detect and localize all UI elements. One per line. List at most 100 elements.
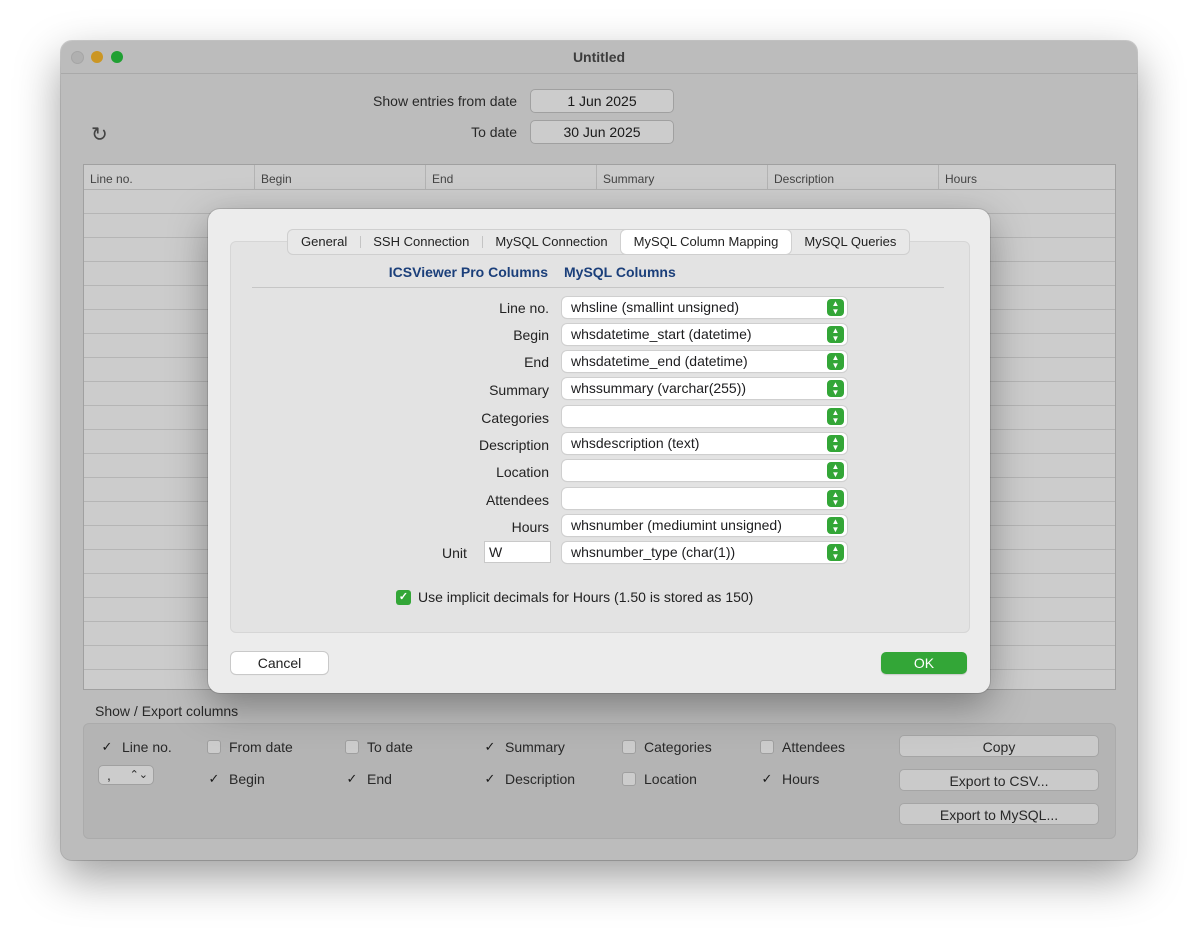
mapping-popup-end[interactable]: whsdatetime_end (datetime) ▲ ▼: [562, 351, 847, 372]
window-title: Untitled: [572, 49, 626, 65]
checkbox-box: [622, 740, 636, 754]
mapping-popup-location[interactable]: ▲ ▼: [562, 460, 847, 481]
popup-value: whssummary (varchar(255)): [571, 380, 747, 396]
popup-value: whsline (smallint unsigned): [571, 299, 740, 315]
updown-chevron-icon: ▲ ▼: [827, 353, 844, 370]
mapping-label-attendees: Attendees: [485, 492, 549, 508]
export-mysql-button[interactable]: Export to MySQL...: [899, 803, 1099, 825]
checkmark-icon: ✓: [208, 771, 220, 786]
updown-chevron-icon: ▲ ▼: [827, 408, 844, 425]
checkbox-label: Location: [644, 771, 697, 787]
checkbox-to-date[interactable]: To date: [345, 739, 413, 755]
mapping-popup-hours[interactable]: whsnumber (mediumint unsigned) ▲ ▼: [562, 515, 847, 536]
column-header-summary[interactable]: Summary: [597, 165, 768, 189]
checkbox-description[interactable]: ✓ Description: [483, 771, 575, 787]
mapping-label-summary: Summary: [489, 382, 549, 398]
checkmark-icon: ✓: [346, 771, 358, 786]
to-date-label: To date: [471, 124, 517, 140]
column-header-hours[interactable]: Hours: [939, 165, 1115, 189]
tab-mysql-queries[interactable]: MySQL Queries: [791, 230, 909, 254]
checkbox-attendees[interactable]: Attendees: [760, 739, 845, 755]
column-header-begin[interactable]: Begin: [255, 165, 426, 189]
checkbox-end[interactable]: ✓ End: [345, 771, 392, 787]
mapping-popup-begin[interactable]: whsdatetime_start (datetime) ▲ ▼: [562, 324, 847, 345]
updown-chevron-icon: ⌃⌄: [129, 769, 148, 781]
checkmark-icon: ✓: [396, 589, 411, 605]
checkbox-hours[interactable]: ✓ Hours: [760, 771, 820, 787]
checkbox-label: Attendees: [782, 739, 846, 755]
column-header-description[interactable]: Description: [768, 165, 939, 189]
export-csv-button[interactable]: Export to CSV...: [899, 769, 1099, 791]
implicit-decimals-label: Use implicit decimals for Hours (1.50 is…: [418, 589, 754, 605]
checkmark-icon: ✓: [101, 739, 113, 754]
checkbox-categories[interactable]: Categories: [622, 739, 712, 755]
updown-chevron-icon: ▲ ▼: [827, 544, 844, 561]
table-header: Line no. Begin End Summary Description H…: [84, 165, 1115, 190]
updown-chevron-icon: ▲ ▼: [827, 462, 844, 479]
refresh-icon[interactable]: ↻: [91, 125, 108, 145]
copy-button[interactable]: Copy: [899, 735, 1099, 757]
checkbox-summary[interactable]: ✓ Summary: [483, 739, 565, 755]
checkmark-icon: ✓: [484, 739, 496, 754]
tab-ssh-connection[interactable]: SSH Connection: [360, 230, 482, 254]
from-date-field[interactable]: 1 Jun 2025: [530, 89, 674, 113]
updown-chevron-icon: ▲ ▼: [827, 380, 844, 397]
checkbox-from-date[interactable]: From date: [207, 739, 293, 755]
unit-label: Unit: [442, 545, 467, 561]
popup-value: whsdescription (text): [571, 435, 700, 451]
mapping-label-begin: Begin: [513, 327, 549, 343]
mapping-popup-unit[interactable]: whsnumber_type (char(1)) ▲ ▼: [562, 542, 847, 563]
mapping-popup-line-no[interactable]: whsline (smallint unsigned) ▲ ▼: [562, 297, 847, 318]
checkmark-icon: ✓: [761, 771, 773, 786]
checkbox-label: From date: [229, 739, 293, 755]
tab-mysql-column-mapping[interactable]: MySQL Column Mapping: [620, 230, 792, 254]
checkbox-box: [207, 740, 221, 754]
checkbox-location[interactable]: Location: [622, 771, 697, 787]
ok-button[interactable]: OK: [881, 652, 967, 674]
cancel-button[interactable]: Cancel: [231, 652, 328, 674]
checkbox-label: Categories: [644, 739, 712, 755]
updown-chevron-icon: ▲ ▼: [827, 435, 844, 452]
from-date-label: Show entries from date: [373, 93, 517, 109]
export-section-title: Show / Export columns: [95, 703, 239, 719]
implicit-decimals-checkbox[interactable]: ✓ Use implicit decimals for Hours (1.50 …: [396, 589, 753, 605]
column-header-end[interactable]: End: [426, 165, 597, 189]
mapping-popup-categories[interactable]: ▲ ▼: [562, 406, 847, 427]
unit-field[interactable]: W: [484, 541, 551, 563]
mapping-popup-attendees[interactable]: ▲ ▼: [562, 488, 847, 509]
header-divider: [252, 287, 944, 288]
checkbox-label: Begin: [229, 771, 265, 787]
checkbox-line-no[interactable]: ✓ Line no.: [100, 739, 172, 755]
mapping-label-line-no: Line no.: [499, 300, 549, 316]
column-header-line-no[interactable]: Line no.: [84, 165, 255, 189]
updown-chevron-icon: ▲ ▼: [827, 299, 844, 316]
checkbox-box: [622, 772, 636, 786]
delimiter-popup[interactable]: , ⌃⌄: [98, 765, 154, 785]
tab-bar: General SSH Connection MySQL Connection …: [287, 229, 911, 255]
tab-general[interactable]: General: [288, 230, 360, 254]
tab-mysql-connection[interactable]: MySQL Connection: [482, 230, 620, 254]
checkmark-icon: ✓: [484, 771, 496, 786]
checkbox-label: End: [367, 771, 392, 787]
settings-sheet: General SSH Connection MySQL Connection …: [208, 209, 990, 693]
delimiter-value: ,: [107, 767, 111, 783]
mapping-popup-description[interactable]: whsdescription (text) ▲ ▼: [562, 433, 847, 454]
icsviewer-columns-header: ICSViewer Pro Columns: [388, 264, 548, 280]
updown-chevron-icon: ▲ ▼: [827, 326, 844, 343]
checkbox-label: Hours: [782, 771, 820, 787]
checkbox-begin[interactable]: ✓ Begin: [207, 771, 265, 787]
popup-value: whsnumber_type (char(1)): [571, 544, 736, 560]
updown-chevron-icon: ▲ ▼: [827, 517, 844, 534]
mapping-label-categories: Categories: [481, 410, 549, 426]
mysql-columns-header: MySQL Columns: [564, 264, 676, 280]
mapping-popup-summary[interactable]: whssummary (varchar(255)) ▲ ▼: [562, 378, 847, 399]
checkbox-box: [345, 740, 359, 754]
checkbox-label: Line no.: [122, 739, 172, 755]
popup-value: whsdatetime_start (datetime): [571, 326, 752, 342]
checkbox-box: [760, 740, 774, 754]
checkbox-label: To date: [367, 739, 413, 755]
checkbox-label: Summary: [505, 739, 565, 755]
checkbox-label: Description: [505, 771, 576, 787]
to-date-field[interactable]: 30 Jun 2025: [530, 120, 674, 144]
mapping-label-end: End: [524, 354, 549, 370]
